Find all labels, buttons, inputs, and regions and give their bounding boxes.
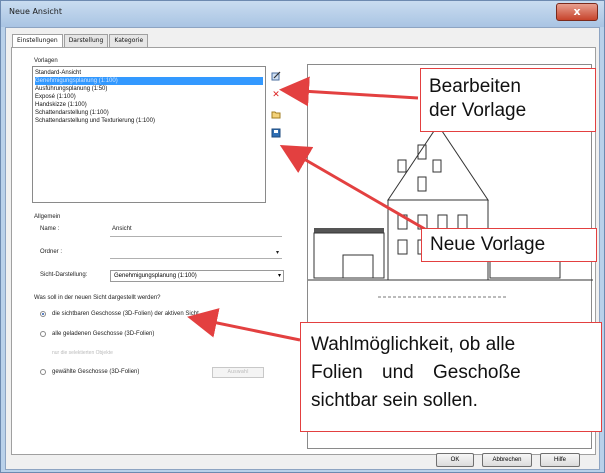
callout-line: Bearbeiten	[429, 76, 521, 97]
callout-line: Folien und Geschoße	[311, 362, 521, 383]
callout-choice: Wahlmöglichkeit, ob alle Folien und Gesc…	[300, 322, 602, 432]
callout-edit-template: Bearbeiten der Vorlage	[420, 68, 596, 132]
callout-line: sichtbar sein sollen.	[311, 390, 478, 411]
callout-line: Neue Vorlage	[430, 234, 546, 255]
callout-line: Wahlmöglichkeit, ob alle	[311, 334, 516, 355]
callout-line: der Vorlage	[429, 100, 527, 121]
callout-new-template: Neue Vorlage	[421, 228, 597, 262]
